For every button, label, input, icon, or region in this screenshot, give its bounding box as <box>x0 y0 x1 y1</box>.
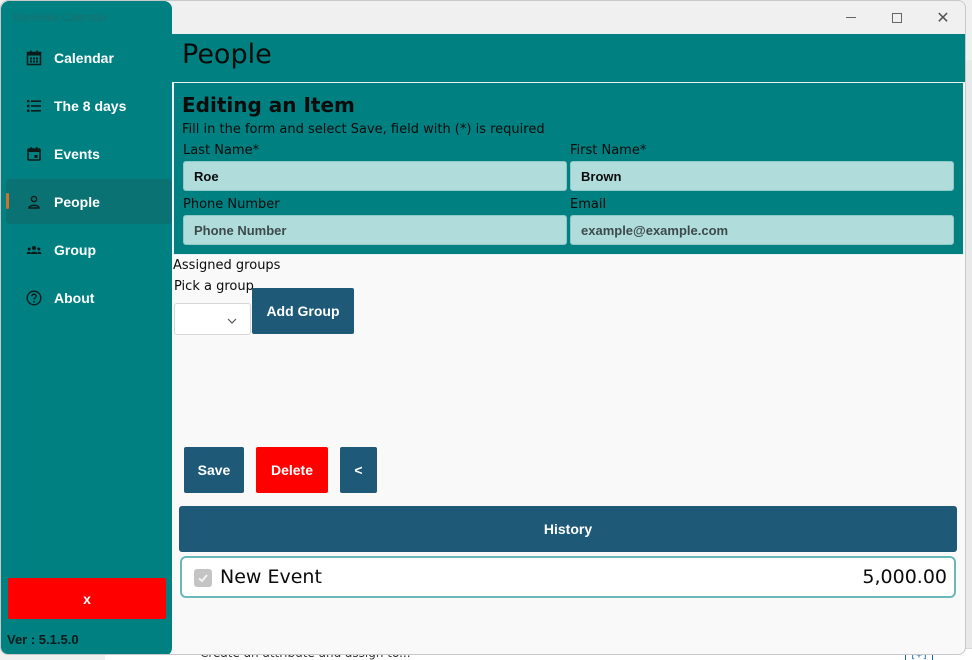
window-close-button[interactable]: ✕ <box>920 1 965 34</box>
sidebar-item-label: About <box>54 289 95 306</box>
email-field[interactable]: example@example.com <box>570 215 954 245</box>
group-icon <box>25 241 42 258</box>
sidebar-close-button[interactable]: x <box>8 578 166 619</box>
maximize-button[interactable] <box>874 1 920 34</box>
group-select[interactable] <box>174 303 251 335</box>
sidebar: Bamileke Calendar Calendar The 8 days Ev… <box>1 1 172 654</box>
maximize-icon <box>892 12 902 23</box>
version-label: Ver : 5.1.5.0 <box>7 632 79 647</box>
page-title: People <box>182 39 272 70</box>
first-name-label: First Name* <box>570 143 647 158</box>
history-button[interactable]: History <box>179 506 957 552</box>
event-icon <box>25 145 42 162</box>
last-name-label: Last Name* <box>183 143 260 158</box>
close-icon: ✕ <box>936 8 950 27</box>
help-circle-icon <box>25 289 42 306</box>
sidebar-item-group[interactable]: Group <box>6 227 172 272</box>
minimize-icon <box>846 17 856 18</box>
sidebar-item-events[interactable]: Events <box>6 131 172 176</box>
add-group-button[interactable]: Add Group <box>252 288 354 334</box>
edit-panel: Editing an Item Fill in the form and sel… <box>173 82 964 255</box>
sidebar-item-label: Events <box>54 145 100 162</box>
form-subtitle: Fill in the form and select Save, field … <box>182 122 545 137</box>
history-item-amount: 5,000.00 <box>862 566 947 588</box>
save-button[interactable]: Save <box>184 447 244 493</box>
history-item-name: New Event <box>220 566 322 588</box>
assigned-groups-label: Assigned groups <box>173 258 281 273</box>
history-item-checkbox[interactable] <box>194 569 212 587</box>
sidebar-item-label: The 8 days <box>54 97 127 114</box>
calendar-icon <box>25 49 42 66</box>
sidebar-nav: Calendar The 8 days Events People Group … <box>6 35 172 323</box>
sidebar-item-label: People <box>54 193 100 210</box>
phone-field[interactable]: Phone Number <box>183 215 567 245</box>
sidebar-item-about[interactable]: About <box>6 275 172 320</box>
list-icon <box>25 97 42 114</box>
history-list-item[interactable]: New Event 5,000.00 <box>180 556 956 598</box>
chevron-down-icon <box>226 312 238 324</box>
sidebar-item-label: Calendar <box>54 49 114 66</box>
email-label: Email <box>570 197 607 212</box>
last-name-field[interactable]: Roe <box>183 161 567 191</box>
delete-button[interactable]: Delete <box>256 447 328 493</box>
sidebar-item-people[interactable]: People <box>6 179 172 224</box>
sidebar-item-the-8-days[interactable]: The 8 days <box>6 83 172 128</box>
pick-group-label: Pick a group <box>174 279 254 294</box>
sidebar-item-calendar[interactable]: Calendar <box>6 35 172 80</box>
back-button[interactable]: < <box>340 447 377 493</box>
minimize-button[interactable] <box>828 1 874 34</box>
sidebar-item-label: Group <box>54 241 96 258</box>
app-title: Bamileke Calendar <box>14 12 107 24</box>
first-name-field[interactable]: Brown <box>570 161 954 191</box>
form-title: Editing an Item <box>182 93 355 117</box>
person-icon <box>25 193 42 210</box>
phone-label: Phone Number <box>183 197 280 212</box>
page-header: People <box>172 34 965 82</box>
check-icon <box>198 574 208 583</box>
